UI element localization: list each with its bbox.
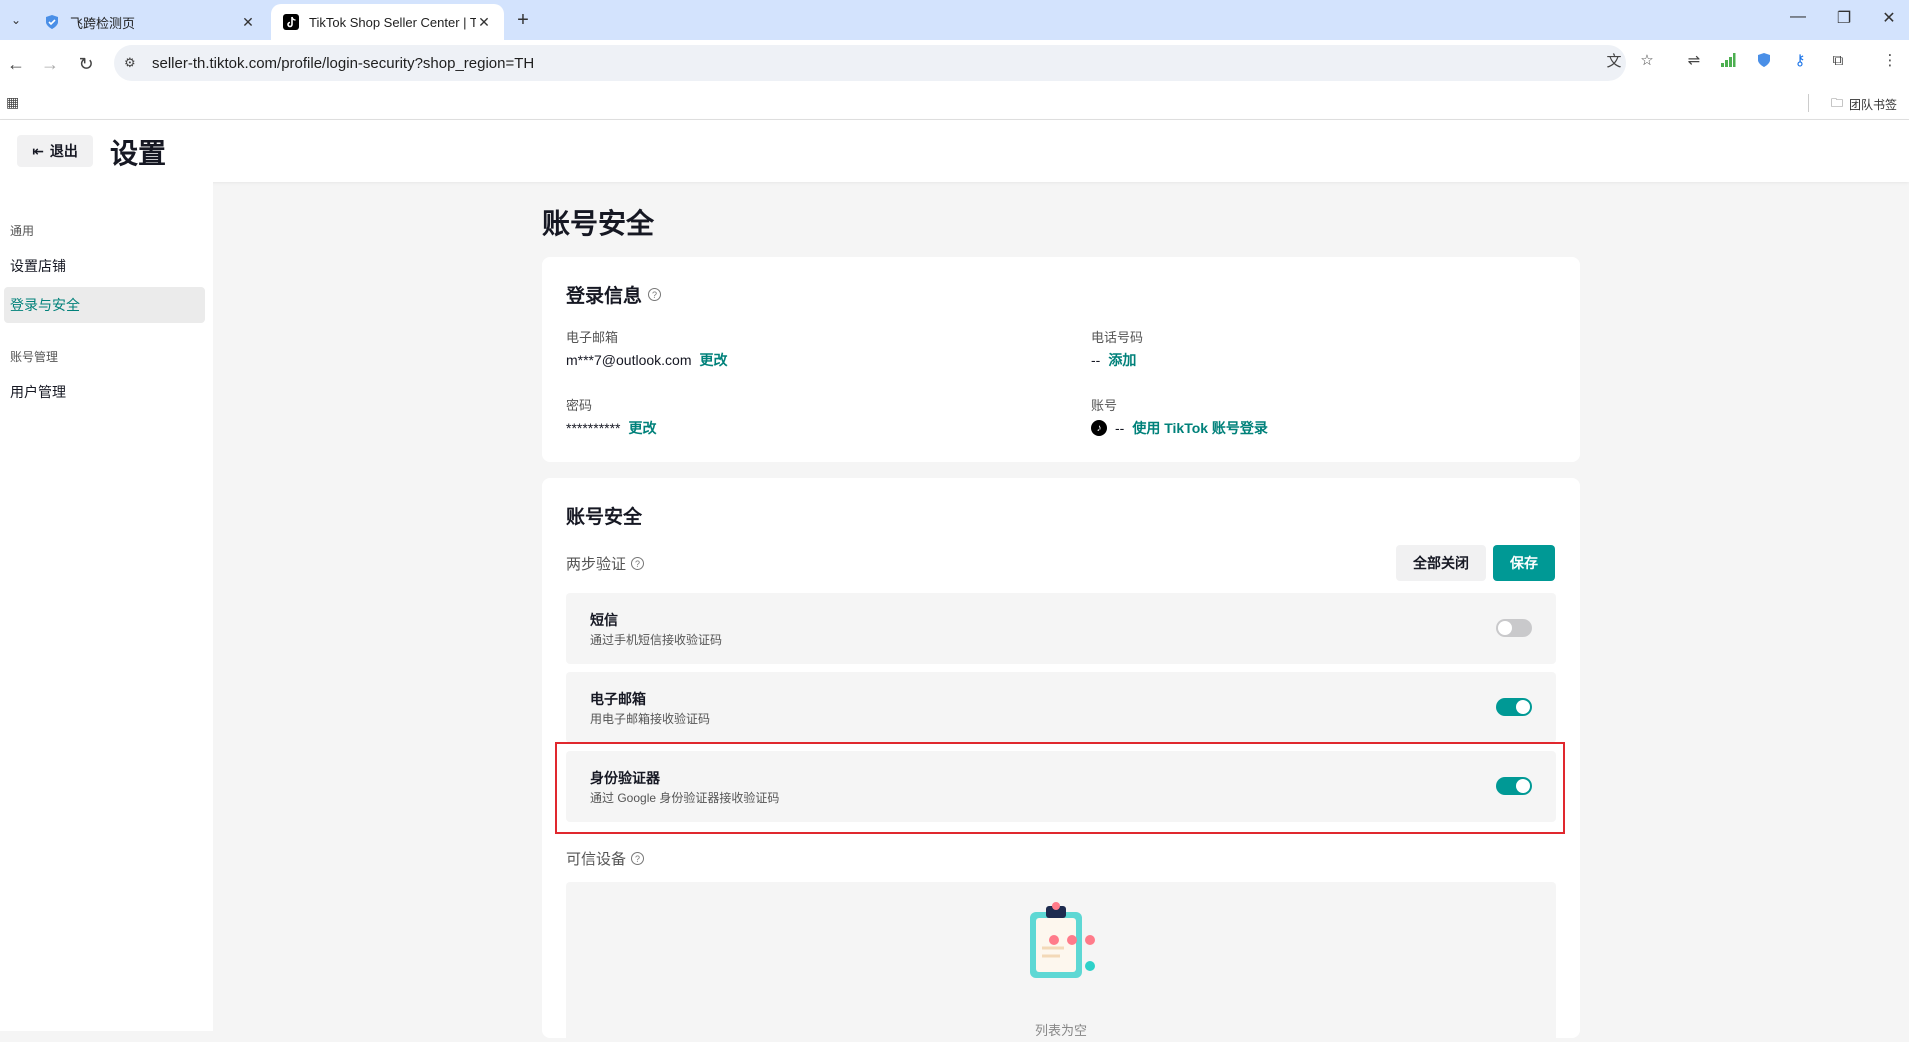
back-arrow-icon[interactable]: ← bbox=[4, 52, 28, 76]
translate-icon[interactable]: 文 bbox=[1604, 50, 1624, 70]
tiktok-logo-icon: ♪ bbox=[1091, 420, 1107, 436]
extensions-puzzle-icon[interactable]: ⧉ bbox=[1828, 50, 1848, 70]
change-email-link[interactable]: 更改 bbox=[700, 350, 728, 370]
sidebar-item-user-management[interactable]: 用户管理 bbox=[0, 374, 205, 410]
trusted-devices-list: 列表为空 bbox=[566, 882, 1556, 1042]
bookmark-folder[interactable]: 🗀 团队书签 bbox=[1831, 94, 1897, 115]
sms-toggle[interactable] bbox=[1496, 619, 1532, 637]
url-text[interactable]: seller-th.tiktok.com/profile/login-secur… bbox=[152, 55, 534, 72]
tiktok-login-link[interactable]: 使用 TikTok 账号登录 bbox=[1132, 418, 1268, 438]
exit-icon: ⇤ bbox=[32, 142, 44, 159]
verify-method-sms: 短信 通过手机短信接收验证码 bbox=[566, 593, 1556, 664]
close-icon[interactable]: ✕ bbox=[476, 14, 492, 31]
more-menu-icon[interactable]: ⋮ bbox=[1880, 50, 1900, 70]
page-title: 设置 bbox=[110, 138, 167, 169]
account-label: 账号 bbox=[1091, 398, 1118, 413]
highlight-annotation-box bbox=[555, 742, 1565, 834]
content-title: 账号安全 bbox=[542, 208, 655, 239]
tab-search-icon[interactable]: ⌄ bbox=[6, 10, 26, 30]
browser-tab-bar: ⌄ 飞跨检测页 ✕ TikTok Shop Seller Center | TI… bbox=[0, 0, 1909, 40]
browser-tab-inactive[interactable]: 飞跨检测页 ✕ bbox=[32, 4, 268, 40]
help-icon[interactable]: ? bbox=[631, 557, 645, 570]
site-settings-icon[interactable]: ⚙ bbox=[124, 55, 144, 71]
key-icon[interactable]: ⚷ bbox=[1790, 50, 1810, 70]
sidebar-item-shop-settings[interactable]: 设置店铺 bbox=[0, 248, 205, 284]
address-bar[interactable]: ⚙ seller-th.tiktok.com/profile/login-sec… bbox=[114, 45, 1626, 81]
tab-label: 飞跨检测页 bbox=[70, 15, 136, 31]
help-icon[interactable]: ? bbox=[631, 852, 645, 865]
login-info-card: 登录信息 ? 电子邮箱 m***7@outlook.com 更改 电话号码 --… bbox=[542, 257, 1580, 462]
sidebar-group-general: 通用 bbox=[10, 224, 35, 238]
empty-clipboard-illustration-icon bbox=[1030, 902, 1095, 978]
sidebar: 通用 设置店铺 登录与安全 账号管理 用户管理 bbox=[0, 182, 213, 1031]
window-close-icon[interactable]: ✕ bbox=[1877, 8, 1901, 28]
reload-icon[interactable]: ↻ bbox=[74, 52, 98, 76]
toggle-knob bbox=[1498, 621, 1512, 635]
toggle-knob bbox=[1516, 700, 1530, 714]
email-toggle[interactable] bbox=[1496, 698, 1532, 716]
email-value-row: m***7@outlook.com 更改 bbox=[566, 350, 728, 370]
help-icon[interactable]: ? bbox=[648, 288, 662, 301]
account-value: -- bbox=[1115, 420, 1125, 436]
empty-list-text: 列表为空 bbox=[1034, 1023, 1087, 1038]
email-value: m***7@outlook.com bbox=[566, 352, 692, 368]
new-tab-plus-icon[interactable]: + bbox=[512, 9, 534, 31]
account-value-row: ♪ -- 使用 TikTok 账号登录 bbox=[1091, 418, 1268, 438]
browser-tab-active[interactable]: TikTok Shop Seller Center | TI ✕ bbox=[271, 4, 504, 40]
account-security-title: 账号安全 bbox=[566, 502, 642, 529]
method-description: 用电子邮箱接收验证码 bbox=[590, 712, 711, 726]
signal-bars-icon[interactable] bbox=[1718, 50, 1738, 70]
phone-label: 电话号码 bbox=[1091, 330, 1144, 345]
two-step-label: 两步验证 ? bbox=[566, 553, 645, 574]
save-button[interactable]: 保存 bbox=[1493, 545, 1555, 581]
bookmark-divider bbox=[1808, 94, 1809, 112]
apps-grid-icon[interactable]: ▦ bbox=[6, 94, 19, 111]
extension-toggle-icon[interactable]: ⇌ bbox=[1684, 50, 1704, 70]
login-info-title: 登录信息 ? bbox=[566, 281, 662, 308]
browser-toolbar: ← → ↻ ⚙ seller-th.tiktok.com/profile/log… bbox=[0, 40, 1909, 86]
change-password-link[interactable]: 更改 bbox=[628, 418, 656, 438]
password-value-row: ********** 更改 bbox=[566, 418, 656, 438]
phone-value-row: -- 添加 bbox=[1091, 350, 1136, 370]
close-icon[interactable]: ✕ bbox=[240, 14, 256, 31]
tab-label: TikTok Shop Seller Center | TI bbox=[309, 14, 476, 30]
method-title: 电子邮箱 bbox=[590, 691, 646, 707]
phone-value: -- bbox=[1091, 352, 1101, 368]
folder-icon: 🗀 bbox=[1830, 96, 1843, 110]
bookmark-folder-label: 团队书签 bbox=[1848, 98, 1897, 112]
close-all-button[interactable]: 全部关闭 bbox=[1396, 545, 1486, 581]
restore-icon[interactable]: ❐ bbox=[1832, 8, 1856, 28]
shield-extension-icon[interactable] bbox=[1754, 50, 1774, 70]
password-value: ********** bbox=[566, 420, 621, 436]
method-description: 通过手机短信接收验证码 bbox=[590, 633, 723, 647]
two-step-label-text: 两步验证 bbox=[566, 556, 627, 573]
exit-button[interactable]: ⇤ 退出 bbox=[17, 135, 93, 167]
add-phone-link[interactable]: 添加 bbox=[1108, 350, 1136, 370]
password-label: 密码 bbox=[566, 398, 593, 413]
bookmark-star-icon[interactable]: ☆ bbox=[1637, 50, 1657, 70]
shield-favicon-icon bbox=[44, 14, 60, 30]
login-info-title-text: 登录信息 bbox=[566, 286, 643, 307]
sidebar-item-login-security[interactable]: 登录与安全 bbox=[4, 287, 205, 323]
trusted-devices-label: 可信设备 ? bbox=[566, 848, 645, 869]
trusted-devices-label-text: 可信设备 bbox=[566, 851, 627, 868]
account-security-title-text: 账号安全 bbox=[566, 507, 643, 528]
tiktok-favicon-icon bbox=[283, 14, 299, 30]
method-title: 短信 bbox=[590, 612, 618, 628]
minimize-icon[interactable]: — bbox=[1786, 8, 1810, 26]
forward-arrow-icon[interactable]: → bbox=[38, 52, 62, 76]
sidebar-group-account: 账号管理 bbox=[10, 350, 59, 364]
email-label: 电子邮箱 bbox=[566, 330, 619, 345]
verify-method-email: 电子邮箱 用电子邮箱接收验证码 bbox=[566, 672, 1556, 743]
exit-label: 退出 bbox=[49, 143, 78, 159]
app-header: ⇤ 退出 设置 bbox=[0, 120, 1909, 182]
bookmark-bar: ▦ 🗀 团队书签 bbox=[0, 86, 1909, 120]
